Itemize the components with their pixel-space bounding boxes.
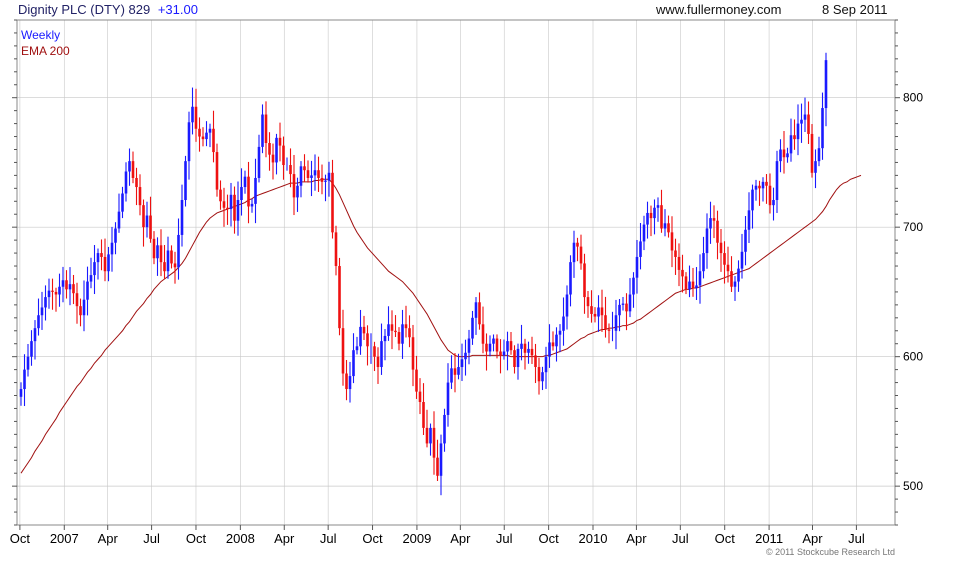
y-tick-label: 500 [903, 479, 923, 493]
x-tick-label: 2010 [579, 531, 608, 546]
x-tick-label: 2007 [50, 531, 79, 546]
y-tick-label: 700 [903, 220, 923, 234]
x-tick-label: Jul [672, 531, 689, 546]
x-tick-label: 2008 [226, 531, 255, 546]
chart-svg: 500600700800 Oct 2007 Apr Jul Oct 2008 Apr Jul O… [10, 2, 924, 557]
x-tick-label: Apr [626, 531, 647, 546]
legend-ema: EMA 200 [21, 44, 70, 58]
price-chart: 500 600 700 800 Oct 2007 Apr Jul Oct 2008 Apr Jul O… [0, 0, 980, 560]
x-tick-label: Apr [450, 531, 471, 546]
x-tick-label: Oct [186, 531, 207, 546]
copyright: © 2011 Stockcube Research Ltd [766, 547, 895, 557]
x-tick-label: Jul [143, 531, 160, 546]
chart-title: Dignity PLC (DTY) 829 +31.00 [18, 2, 198, 17]
legend-weekly: Weekly [21, 28, 60, 42]
x-tick-label: Jul [320, 531, 337, 546]
x-tick-label: Oct [10, 531, 31, 546]
x-tick-label: Oct [539, 531, 560, 546]
source-site: www.fullermoney.com [655, 2, 781, 17]
x-tick-label: Jul [848, 531, 865, 546]
x-tick-label: Oct [362, 531, 383, 546]
price-bars [19, 52, 828, 496]
x-axis: Oct 2007 Apr Jul Oct 2008 Apr Jul Oct 2009 Apr Jul O… [10, 525, 865, 546]
x-tick-label: 2009 [402, 531, 431, 546]
price-change: +31.00 [158, 2, 198, 17]
plot-frame [16, 19, 896, 526]
chart-date: 8 Sep 2011 [822, 2, 888, 17]
y-axis: 500 600 700 800 [12, 19, 923, 526]
x-tick-label: Oct [715, 531, 736, 546]
y-tick-label: 600 [903, 350, 923, 364]
grid [17, 20, 895, 525]
x-tick-label: Jul [496, 531, 513, 546]
x-tick-label: Apr [274, 531, 295, 546]
x-tick-label: Apr [802, 531, 823, 546]
x-tick-label: Apr [98, 531, 119, 546]
x-tick-label: 2011 [755, 531, 783, 546]
y-tick-label: 800 [903, 91, 923, 105]
